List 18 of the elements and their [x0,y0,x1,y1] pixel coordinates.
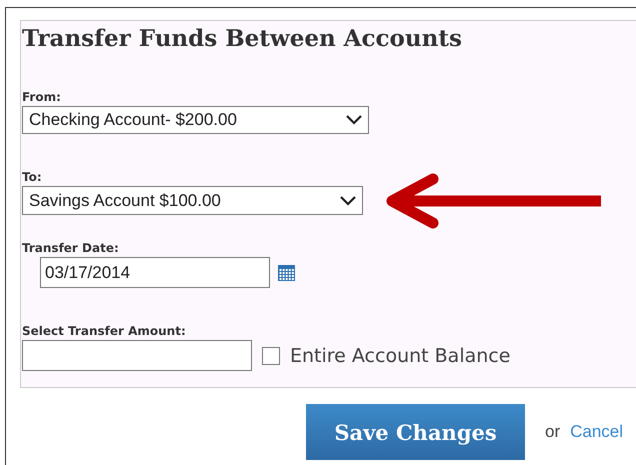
field-label: To: [22,170,43,184]
field-label: Transfer Date: [22,241,120,255]
date-field[interactable]: 03/17/2014 [40,257,270,288]
chevron-down-icon [340,196,356,206]
to-account-select[interactable]: Savings Account $100.00 [22,186,363,215]
chevron-down-icon [346,115,362,125]
from-account-select[interactable]: Checking Account- $200.00 [22,106,369,134]
or-text: or [545,422,560,442]
amount-field[interactable] [22,340,252,371]
cancel-link[interactable]: Cancel [570,422,624,442]
save-button[interactable]: Save Changes [306,404,525,460]
field-label: From: [22,90,62,104]
page-title: Transfer Funds Between Accounts [22,25,463,52]
calendar-icon[interactable] [278,264,295,281]
checkbox-label: Entire Account Balance [290,344,510,366]
checkbox[interactable] [262,346,280,364]
arrow-icon [385,172,603,228]
field-label: Select Transfer Amount: [22,324,187,338]
